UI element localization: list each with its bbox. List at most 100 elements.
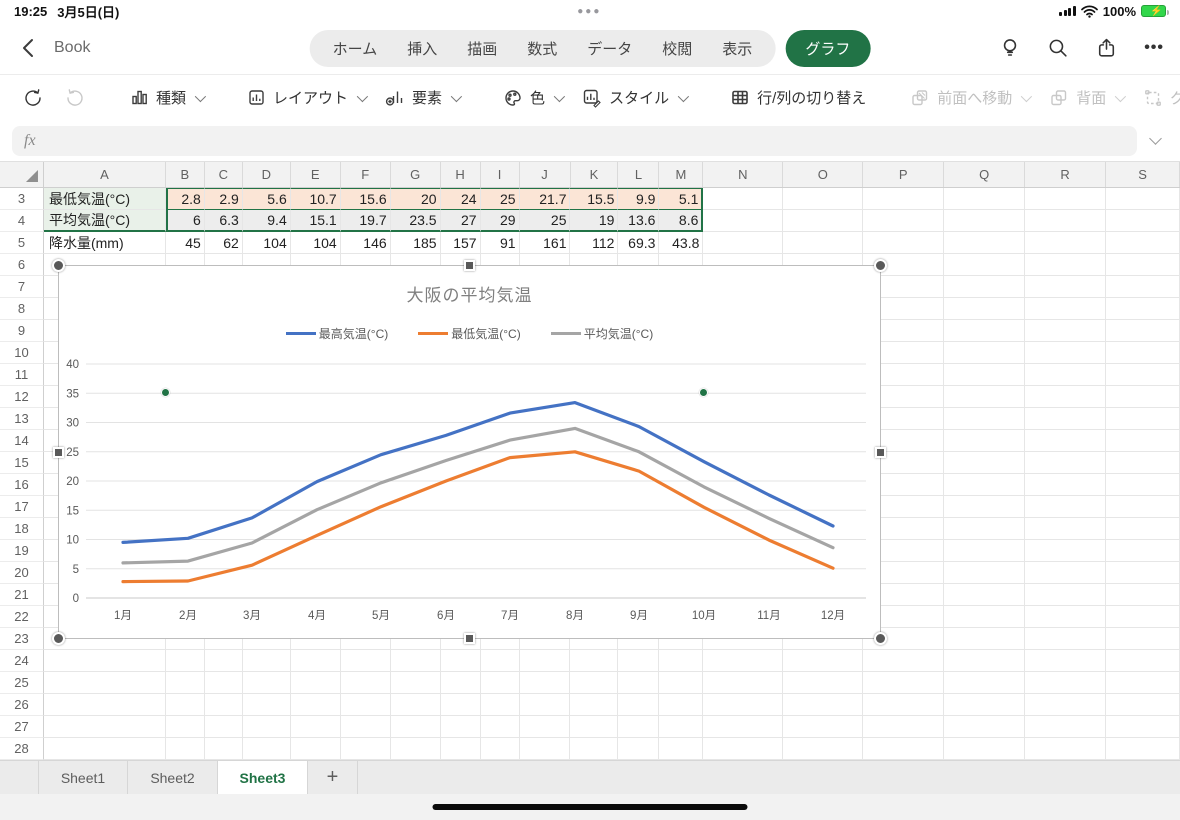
switch-row-column-button[interactable]: 行/列の切り替え xyxy=(722,81,874,114)
grid-cell-H25[interactable] xyxy=(440,672,481,694)
grid-cell-R16[interactable] xyxy=(1025,474,1107,496)
grid-cell-O3[interactable] xyxy=(783,188,864,210)
grid-cell-A27[interactable] xyxy=(43,716,166,738)
sheet-tab-3-active[interactable]: Sheet3 xyxy=(218,761,308,794)
grid-cell-Q18[interactable] xyxy=(944,518,1026,540)
grid-cell-B28[interactable] xyxy=(165,738,205,760)
grid-cell-N4[interactable] xyxy=(703,210,784,232)
grid-cell-K28[interactable] xyxy=(570,738,619,760)
grid-cell-Q21[interactable] xyxy=(944,584,1026,606)
grid-cell-Q9[interactable] xyxy=(944,320,1026,342)
grid-cell-R25[interactable] xyxy=(1025,672,1107,694)
grid-cell-Q3[interactable] xyxy=(944,188,1026,210)
grid-cell-R15[interactable] xyxy=(1025,452,1107,474)
row-header-15[interactable]: 15 xyxy=(0,452,44,474)
grid-cell-R24[interactable] xyxy=(1025,650,1107,672)
column-header-J[interactable]: J xyxy=(520,162,571,187)
grid-cell-Q11[interactable] xyxy=(944,364,1026,386)
chart-color-button[interactable]: 色 xyxy=(495,81,570,114)
grid-cell-I25[interactable] xyxy=(480,672,520,694)
grid-cell-K4[interactable]: 19 xyxy=(570,210,619,232)
column-header-D[interactable]: D xyxy=(243,162,291,187)
grid-cell-S16[interactable] xyxy=(1106,474,1180,496)
grid-cell-Q22[interactable] xyxy=(944,606,1026,628)
grid-cell-F5[interactable]: 146 xyxy=(340,232,391,254)
grid-cell-S17[interactable] xyxy=(1106,496,1180,518)
grid-cell-A28[interactable] xyxy=(43,738,166,760)
grid-cell-C26[interactable] xyxy=(204,694,243,716)
column-header-P[interactable]: P xyxy=(863,162,945,187)
grid-cell-N28[interactable] xyxy=(703,738,784,760)
grid-cell-S24[interactable] xyxy=(1106,650,1180,672)
grid-cell-Q8[interactable] xyxy=(944,298,1026,320)
grid-cell-S9[interactable] xyxy=(1106,320,1180,342)
grid-cell-D25[interactable] xyxy=(242,672,291,694)
grid-cell-L27[interactable] xyxy=(618,716,660,738)
grid-cell-Q19[interactable] xyxy=(944,540,1026,562)
grid-cell-D24[interactable] xyxy=(242,650,291,672)
grid-cell-N25[interactable] xyxy=(703,672,784,694)
share-icon[interactable] xyxy=(1095,37,1118,59)
grid-cell-S21[interactable] xyxy=(1106,584,1180,606)
grid-cell-F4[interactable]: 19.7 xyxy=(340,210,391,232)
chart-resize-handle-n[interactable] xyxy=(464,260,475,271)
grid-cell-P26[interactable] xyxy=(863,694,945,716)
grid-cell-G28[interactable] xyxy=(390,738,441,760)
range-handle-dot-left[interactable] xyxy=(161,388,170,397)
redo-button[interactable] xyxy=(56,81,94,115)
grid-cell-R17[interactable] xyxy=(1025,496,1107,518)
grid-cell-S11[interactable] xyxy=(1106,364,1180,386)
grid-cell-G24[interactable] xyxy=(390,650,441,672)
grid-cell-Q6[interactable] xyxy=(944,254,1026,276)
grid-cell-E4[interactable]: 15.1 xyxy=(290,210,341,232)
grid-cell-G27[interactable] xyxy=(390,716,441,738)
grid-cell-R27[interactable] xyxy=(1025,716,1107,738)
grid-cell-S7[interactable] xyxy=(1106,276,1180,298)
grid-cell-D5[interactable]: 104 xyxy=(242,232,291,254)
grid-cell-Q4[interactable] xyxy=(944,210,1026,232)
grid-cell-K25[interactable] xyxy=(570,672,619,694)
search-icon[interactable] xyxy=(1047,37,1069,59)
grid-cell-L25[interactable] xyxy=(618,672,660,694)
grid-cell-M24[interactable] xyxy=(659,650,704,672)
column-header-N[interactable]: N xyxy=(703,162,784,187)
grid-cell-Q10[interactable] xyxy=(944,342,1026,364)
grid-cell-K26[interactable] xyxy=(570,694,619,716)
row-header-20[interactable]: 20 xyxy=(0,562,44,584)
chart-resize-handle-e[interactable] xyxy=(875,447,886,458)
grid-cell-L28[interactable] xyxy=(618,738,660,760)
grid-cell-E5[interactable]: 104 xyxy=(290,232,341,254)
grid-cell-N5[interactable] xyxy=(703,232,784,254)
tab-formulas[interactable]: 数式 xyxy=(512,38,572,59)
select-all-corner[interactable] xyxy=(0,162,44,187)
grid-cell-K24[interactable] xyxy=(570,650,619,672)
back-chevron-icon[interactable] xyxy=(16,35,42,61)
grid-cell-L4[interactable]: 13.6 xyxy=(618,210,660,232)
grid-cell-G4[interactable]: 23.5 xyxy=(390,210,441,232)
grid-cell-O28[interactable] xyxy=(783,738,864,760)
column-header-O[interactable]: O xyxy=(783,162,864,187)
row-header-14[interactable]: 14 xyxy=(0,430,44,452)
tab-insert[interactable]: 挿入 xyxy=(392,38,452,59)
grid-cell-N24[interactable] xyxy=(703,650,784,672)
grid-cell-P27[interactable] xyxy=(863,716,945,738)
grid-cell-R20[interactable] xyxy=(1025,562,1107,584)
grid-cell-P4[interactable] xyxy=(863,210,945,232)
chart-resize-handle-sw[interactable] xyxy=(52,632,65,645)
grid-cell-A3[interactable]: 最低気温(°C) xyxy=(43,188,166,210)
grid-cell-C4[interactable]: 6.3 xyxy=(204,210,243,232)
grid-cell-E25[interactable] xyxy=(290,672,341,694)
grid-cell-J28[interactable] xyxy=(519,738,571,760)
grid-cell-H26[interactable] xyxy=(440,694,481,716)
grid-cell-J5[interactable]: 161 xyxy=(519,232,571,254)
grid-cell-I28[interactable] xyxy=(480,738,520,760)
grid-cell-S12[interactable] xyxy=(1106,386,1180,408)
grid-cell-S22[interactable] xyxy=(1106,606,1180,628)
grid-cell-P24[interactable] xyxy=(863,650,945,672)
grid-cell-S14[interactable] xyxy=(1106,430,1180,452)
tab-draw[interactable]: 描画 xyxy=(452,38,512,59)
grid-cell-S23[interactable] xyxy=(1106,628,1180,650)
row-header-16[interactable]: 16 xyxy=(0,474,44,496)
row-header-10[interactable]: 10 xyxy=(0,342,44,364)
chart-resize-handle-s[interactable] xyxy=(464,633,475,644)
